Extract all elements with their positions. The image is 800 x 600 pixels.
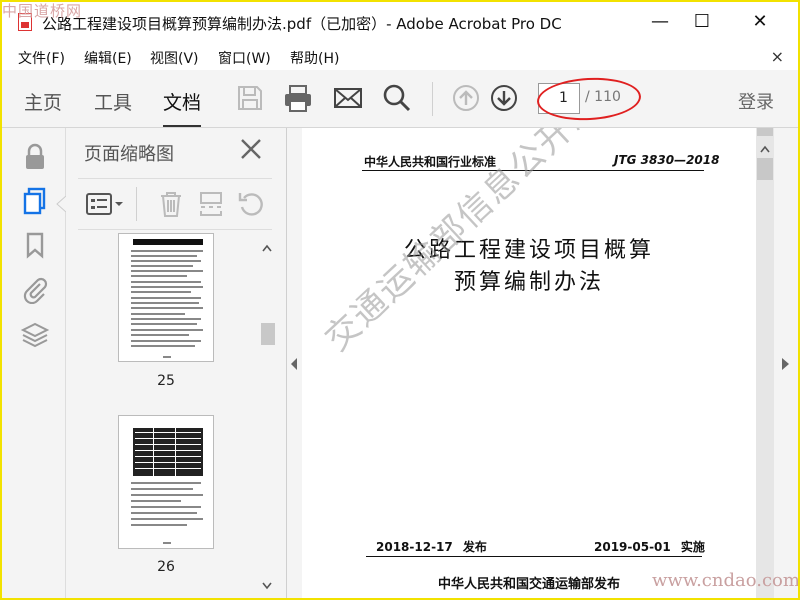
delete-page-icon[interactable] [156,189,186,219]
extract-page-icon[interactable] [196,189,226,219]
footer-rule [366,556,702,557]
maximize-button[interactable]: ☐ [690,10,714,34]
rotate-page-icon[interactable] [236,189,266,219]
close-document-button[interactable]: × [771,47,784,66]
navigation-sidebar [0,128,66,600]
minimize-button[interactable]: — [648,10,672,34]
save-icon[interactable] [234,82,266,114]
close-window-button[interactable]: ✕ [748,10,772,34]
document-title-line-1: 公路工程建设项目概算 [403,238,654,263]
page-thumbnail[interactable] [118,233,214,362]
print-icon[interactable] [282,82,314,114]
login-button[interactable]: 登录 [738,88,774,114]
page-thumbnails-panel: 页面缩略图 25 26 [66,128,287,600]
thumbnails-list[interactable]: 25 26 [66,233,287,600]
menu-view[interactable]: 视图(V) [150,48,199,68]
header-standard-code: JTG 3830—2018 [614,153,720,167]
corner-watermark: 中国道桥网 [2,2,83,20]
page-number-label: 26 [157,559,175,575]
panel-title: 页面缩略图 [84,144,174,165]
menu-bar: 文件(F) 编辑(E) 视图(V) 窗口(W) 帮助(H) × [0,44,800,70]
attachment-icon[interactable] [20,274,50,304]
expand-right-panel-icon[interactable] [774,128,798,600]
main-toolbar: 主页 工具 文档 1 / 110 登录 [0,70,800,128]
collapse-panel-icon[interactable] [287,128,302,600]
page-thumbnail-preview [131,239,203,358]
document-page: 中华人民共和国行业标准 JTG 3830—2018 公路工程建设项目概算 预算编… [302,128,756,600]
menu-edit[interactable]: 编辑(E) [84,48,132,68]
search-icon[interactable] [381,82,413,114]
email-icon[interactable] [332,82,364,114]
page-thumbnails-icon[interactable] [20,186,50,216]
bottom-watermark: www.cndao.com [652,570,800,591]
layers-icon[interactable] [20,320,50,350]
previous-page-icon[interactable] [450,82,482,114]
thumbnail-toolbar [78,178,272,230]
page-thumbnail-preview [131,428,203,544]
tab-home[interactable]: 主页 [24,88,62,115]
document-scrollbar[interactable] [756,128,774,600]
right-panel-toggle[interactable] [774,128,798,600]
lock-icon[interactable] [20,142,50,172]
next-page-icon[interactable] [488,82,520,114]
header-standard-label: 中华人民共和国行业标准 [364,155,497,169]
close-icon[interactable] [238,136,264,162]
page-number-label: 25 [157,373,175,389]
panel-divider[interactable] [287,128,302,600]
active-panel-caret-icon [56,196,66,212]
page-thumbnail[interactable] [118,415,214,549]
tab-tools[interactable]: 工具 [94,88,132,115]
menu-file[interactable]: 文件(F) [18,48,65,68]
thumbnail-scrollbar[interactable] [258,233,276,600]
toolbar-separator [432,82,433,116]
tab-document[interactable]: 文档 [163,88,202,127]
menu-window[interactable]: 窗口(W) [218,48,271,68]
bookmark-icon[interactable] [20,230,50,260]
thumbnail-toolbar-separator [136,187,137,221]
window-title: 公路工程建设项目概算预算编制办法.pdf（已加密）- Adobe Acrobat… [42,15,562,33]
title-bar: 公路工程建设项目概算预算编制办法.pdf（已加密）- Adobe Acrobat… [0,0,800,44]
thumbnail-options-icon[interactable] [84,189,126,219]
issue-date: 2018-12-17 发布 [376,540,487,554]
effective-date: 2019-05-01 实施 [594,540,705,554]
document-view[interactable]: 中华人民共和国行业标准 JTG 3830—2018 公路工程建设项目概算 预算编… [302,128,756,600]
menu-help[interactable]: 帮助(H) [290,48,339,68]
